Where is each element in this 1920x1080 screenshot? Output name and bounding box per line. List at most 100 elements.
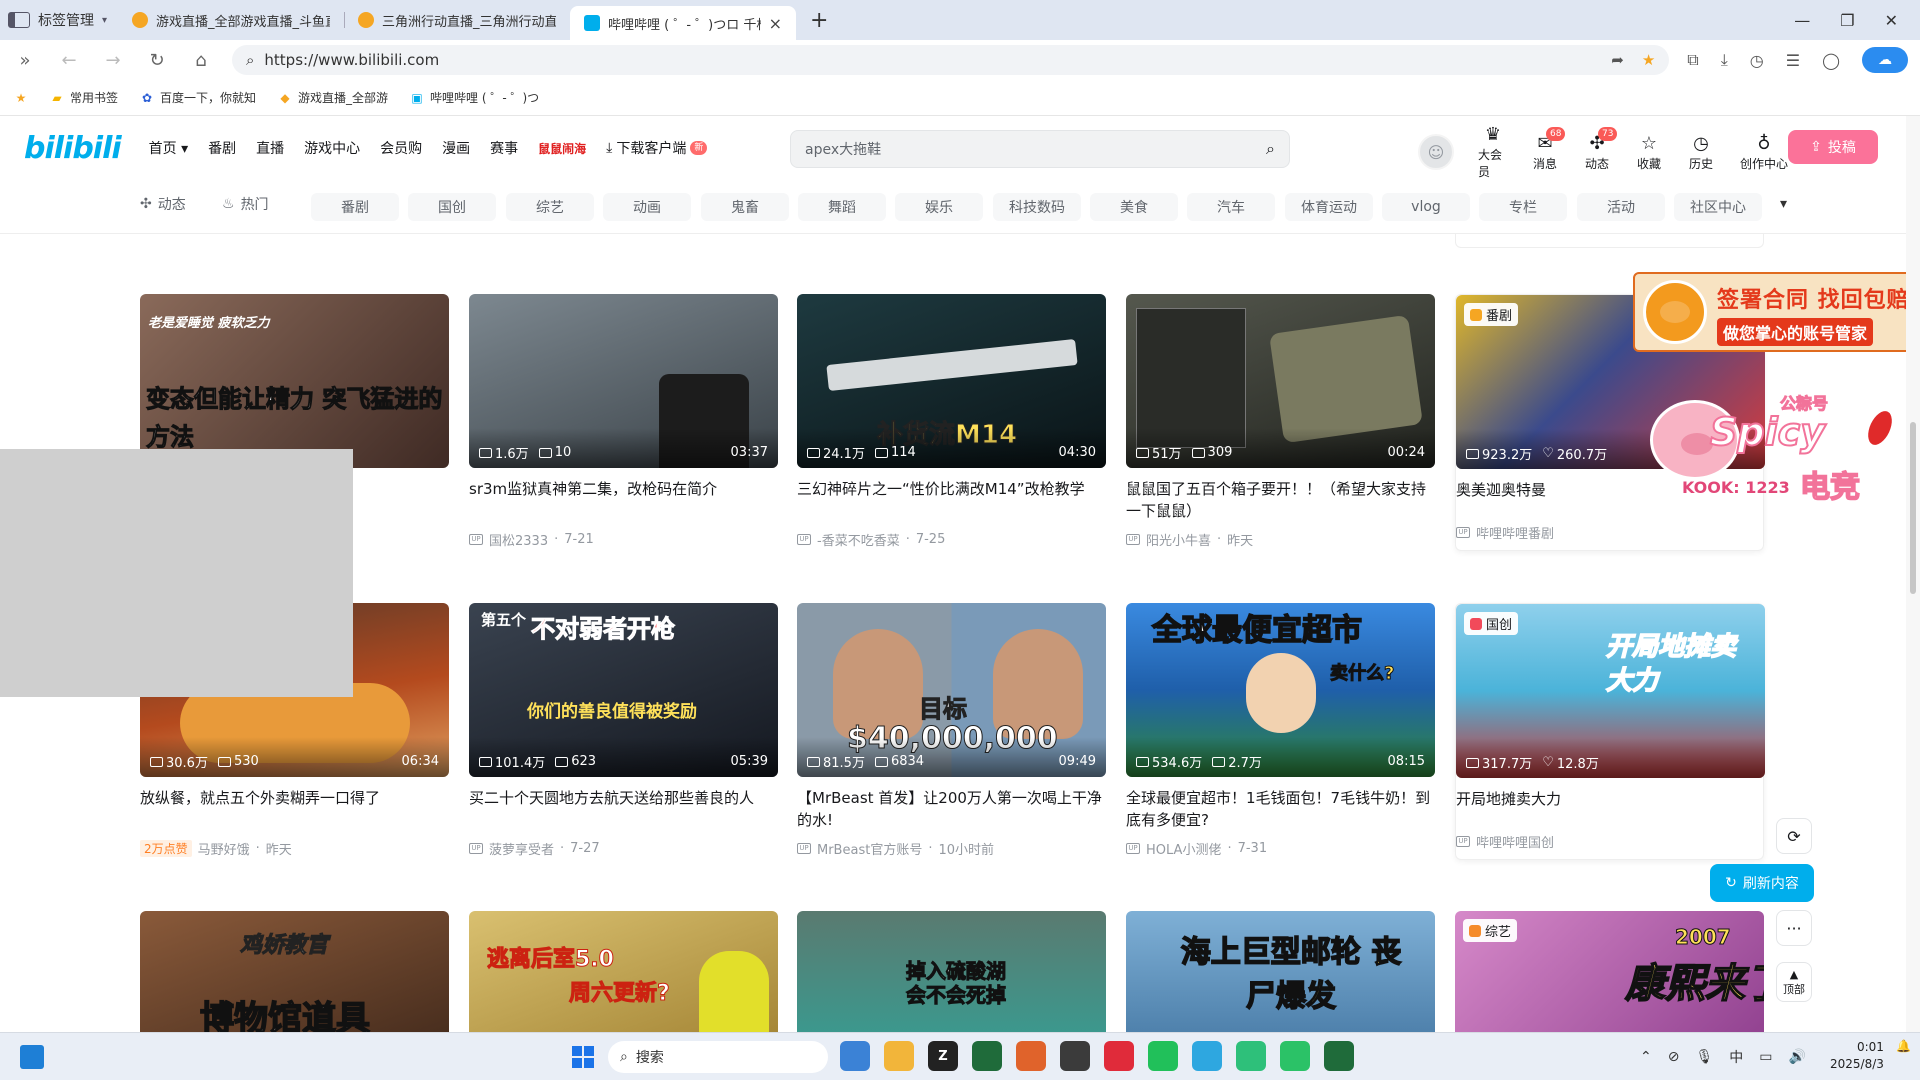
- header-dynamic[interactable]: 73 ✣ 动态: [1582, 126, 1618, 172]
- header-history[interactable]: ◷ 历史: [1686, 133, 1716, 172]
- back-icon[interactable]: ←: [56, 50, 82, 71]
- home-icon[interactable]: ⌂: [188, 50, 214, 71]
- notification-icon[interactable]: 🔔: [1896, 1039, 1914, 1057]
- video-card[interactable]: 51万 309 00:24 鼠鼠国了五百个箱子要开！！（希望大家支持一下鼠鼠） …: [1126, 294, 1435, 549]
- channel-item[interactable]: 娱乐: [895, 193, 983, 221]
- nav-manga[interactable]: 漫画: [442, 138, 470, 158]
- video-card[interactable]: 补货流M14 24.1万 114 04:30 三幻神碎片之一“性价比满改M14”…: [797, 294, 1106, 549]
- cloud-sync-icon[interactable]: ☁: [1862, 47, 1908, 73]
- channel-item[interactable]: 专栏: [1479, 193, 1567, 221]
- video-title[interactable]: 【MrBeast 首发】让200万人第一次喝上干净的水!: [797, 787, 1106, 831]
- restore-icon[interactable]: ❐: [1840, 11, 1854, 30]
- volume-icon[interactable]: 🔊: [1788, 1049, 1805, 1065]
- nav-download-client[interactable]: ⤓ 下载客户端 新: [606, 138, 708, 158]
- header-creator[interactable]: ♁ 创作中心: [1738, 133, 1790, 172]
- channel-item[interactable]: 美食: [1090, 193, 1178, 221]
- video-title[interactable]: 买二十个天圆地方去航天送给那些善良的人: [469, 787, 778, 831]
- extensions-icon[interactable]: ⧉: [1687, 50, 1698, 70]
- new-tab-button[interactable]: +: [810, 8, 828, 33]
- chevron-down-icon[interactable]: ▾: [1780, 196, 1787, 212]
- video-thumbnail[interactable]: 老是爱睡觉 疲软乏力 变态但能让精力 突飞猛进的方法: [140, 294, 449, 468]
- browser-icon[interactable]: [840, 1041, 870, 1071]
- uploader-name[interactable]: 国松2333: [489, 530, 548, 549]
- display-icon[interactable]: ▭: [1759, 1049, 1772, 1065]
- header-vip[interactable]: ♛ 大会员: [1478, 124, 1508, 180]
- bookmark-item[interactable]: ✿ 百度一下，你就知: [140, 89, 256, 106]
- reload-icon[interactable]: ↻: [144, 50, 170, 71]
- spicy-esports-sticker[interactable]: 公粽号 Spicy 电竞 KOOK: 1223: [1650, 370, 1910, 510]
- video-thumbnail[interactable]: 国创 开局地摊卖大力 317.7万 ♡ 12.8万: [1456, 604, 1765, 778]
- uploader-name[interactable]: 马野好饿: [198, 839, 250, 858]
- uploader-name[interactable]: 哔哩哔哩番剧: [1476, 523, 1554, 542]
- more-button[interactable]: ···: [1776, 910, 1812, 946]
- minimize-icon[interactable]: —: [1794, 11, 1810, 30]
- video-card[interactable]: 全球最便宜超市 卖什么? 534.6万 2.7万 08:15 全球最便宜超市！1…: [1126, 603, 1435, 858]
- nav-esports[interactable]: 赛事: [490, 138, 518, 158]
- close-window-icon[interactable]: ✕: [1885, 11, 1898, 30]
- video-title[interactable]: 鼠鼠国了五百个箱子要开！！（希望大家支持一下鼠鼠）: [1126, 478, 1435, 522]
- browser-tab-douyu[interactable]: 游戏直播_全部游戏直播_斗鱼直播: [118, 0, 344, 40]
- channel-item[interactable]: 国创: [408, 193, 496, 221]
- bookmark-item[interactable]: ▣ 哔哩哔哩 ( ゜- ゜)つ: [410, 89, 539, 106]
- uploader-name[interactable]: HOLA小测佬: [1146, 839, 1221, 858]
- channel-item[interactable]: 鬼畜: [701, 193, 789, 221]
- widgets-icon[interactable]: [20, 1045, 44, 1069]
- bookmark-item[interactable]: ▰ 常用书签: [50, 89, 118, 106]
- channel-hot[interactable]: ♨ 热门: [222, 194, 269, 214]
- search-icon[interactable]: ⌕: [1266, 139, 1275, 159]
- nav-event[interactable]: 鼠鼠闹海: [538, 140, 586, 157]
- bookmark-item[interactable]: ◆ 游戏直播_全部游: [278, 89, 388, 106]
- video-title[interactable]: 全球最便宜超市！1毛钱面包！7毛钱牛奶！到底有多便宜?: [1126, 787, 1435, 831]
- tab-manager[interactable]: 标签管理 ▾: [0, 0, 118, 40]
- browser-tab-delta[interactable]: 三角洲行动直播_三角洲行动直播: [344, 0, 570, 40]
- bilibili-logo[interactable]: bilibili: [24, 131, 122, 166]
- nav-mall[interactable]: 会员购: [380, 138, 422, 158]
- upload-button[interactable]: ⇪ 投稿: [1788, 130, 1878, 164]
- wechat-work-icon[interactable]: [1192, 1041, 1222, 1071]
- channel-dynamic[interactable]: ✣ 动态: [140, 194, 186, 214]
- network-off-icon[interactable]: ⊘: [1668, 1049, 1680, 1065]
- delta-force-icon-2[interactable]: [1324, 1041, 1354, 1071]
- ad-banner[interactable]: 签署合同 找回包赔 做您掌心的账号管家: [1633, 272, 1920, 352]
- taskbar-clock[interactable]: 0:01 2025/8/3: [1830, 1039, 1884, 1073]
- channel-item[interactable]: 科技数码: [993, 193, 1081, 221]
- search-input[interactable]: apex大拖鞋 ⌕: [790, 130, 1290, 168]
- microphone-icon[interactable]: 🎙: [1695, 1049, 1713, 1065]
- uploader-name[interactable]: MrBeast官方账号: [817, 839, 922, 858]
- uploader-name[interactable]: 阳光小牛喜: [1146, 530, 1211, 549]
- nav-home[interactable]: 首页 ▾: [149, 138, 188, 158]
- bookmark-star-icon[interactable]: ★: [1642, 51, 1655, 69]
- zotero-icon[interactable]: Z: [928, 1041, 958, 1071]
- back-to-top-button[interactable]: ▲ 顶部: [1776, 962, 1812, 1002]
- start-button[interactable]: [572, 1046, 594, 1068]
- video-thumbnail[interactable]: 1.6万 10 03:37: [469, 294, 778, 468]
- browser-tab-bilibili[interactable]: 哔哩哔哩 ( ゜- ゜)つロ 千杯~-b ×: [570, 6, 796, 40]
- profile-icon[interactable]: ◯: [1822, 51, 1840, 70]
- delta-force-icon[interactable]: [972, 1041, 1002, 1071]
- channel-item[interactable]: 体育运动: [1285, 193, 1373, 221]
- share-icon[interactable]: ➦: [1611, 51, 1624, 69]
- video-thumbnail[interactable]: 全球最便宜超市 卖什么? 534.6万 2.7万 08:15: [1126, 603, 1435, 777]
- scrollbar[interactable]: [1906, 116, 1920, 1032]
- video-card[interactable]: 第五个 不对弱者开枪 你们的善良值得被奖励 101.4万 623 05:39 买…: [469, 603, 778, 858]
- uploader-name[interactable]: 哔哩哔哩国创: [1476, 832, 1554, 851]
- ime-indicator[interactable]: 中: [1729, 1047, 1743, 1067]
- video-thumbnail[interactable]: 第五个 不对弱者开枪 你们的善良值得被奖励 101.4万 623 05:39: [469, 603, 778, 777]
- uploader-name[interactable]: -香菜不吃香菜: [817, 530, 900, 549]
- avatar[interactable]: ☺: [1418, 134, 1454, 170]
- video-card[interactable]: 老是爱睡觉 疲软乏力 变态但能让精力 突飞猛进的方法: [140, 294, 449, 468]
- chevron-up-icon[interactable]: ⌃: [1640, 1049, 1652, 1065]
- channel-item[interactable]: 番剧: [311, 193, 399, 221]
- steam-icon[interactable]: [1060, 1041, 1090, 1071]
- download-icon[interactable]: ⤓: [1721, 50, 1728, 70]
- kook-icon[interactable]: [1280, 1041, 1310, 1071]
- wechat-icon[interactable]: [1148, 1041, 1178, 1071]
- channel-item[interactable]: 活动: [1577, 193, 1665, 221]
- video-title[interactable]: sr3m监狱真神第二集，改枪码在简介: [469, 478, 778, 522]
- close-icon[interactable]: ×: [769, 14, 782, 33]
- header-message[interactable]: 68 ✉ 消息: [1530, 126, 1566, 172]
- bookmarks-star-icon[interactable]: ★: [14, 91, 28, 105]
- video-card[interactable]: 目标 $40,000,000 81.5万 6834 09:49 【MrBeast…: [797, 603, 1106, 858]
- nav-live[interactable]: 直播: [256, 138, 284, 158]
- channel-item[interactable]: 综艺: [506, 193, 594, 221]
